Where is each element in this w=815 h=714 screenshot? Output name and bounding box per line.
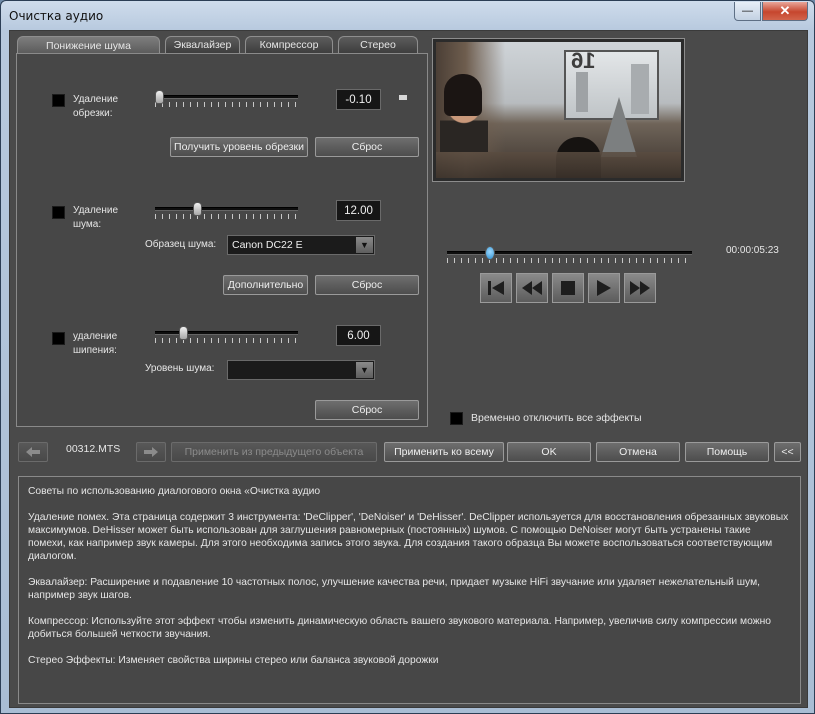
tab-label: Понижение шума (46, 39, 131, 52)
advanced-button[interactable]: Дополнительно (223, 275, 308, 295)
video-frame: 16 (436, 42, 681, 178)
slider-track (155, 207, 298, 211)
tab-noise-reduction[interactable]: Понижение шума (17, 36, 160, 54)
rewind-icon (522, 281, 542, 295)
slider-ticks (155, 338, 298, 343)
rewind-button[interactable] (516, 273, 548, 303)
dehisser-slider[interactable] (155, 326, 298, 346)
tips-noise-reduction: Удаление помех. Эта страница содержит 3 … (28, 512, 789, 562)
noise-sample-select[interactable]: Canon DC22 E ▼ (227, 235, 375, 255)
current-filename: 00312.MTS (66, 443, 121, 455)
window-frame: Очистка аудио — ✕ Понижение шума Эквалай… (0, 0, 815, 714)
close-button[interactable]: ✕ (762, 2, 808, 21)
declipper-checkbox[interactable] (52, 94, 65, 107)
fast-forward-icon (630, 281, 650, 295)
apply-to-all-button[interactable]: Применить ко всему (384, 442, 504, 462)
next-clip-button[interactable] (136, 442, 166, 462)
denoiser-label: Удаление шума: (73, 205, 119, 230)
bypass-effects-label: Временно отключить все эффекты (471, 412, 642, 424)
declipper-reset-button[interactable]: Сброс (315, 137, 419, 157)
denoiser-reset-button[interactable]: Сброс (315, 275, 419, 295)
noise-sample-label: Образец шума: (145, 239, 217, 250)
train-floor (436, 152, 681, 178)
dehisser-checkbox[interactable] (52, 332, 65, 345)
tab-stereo[interactable]: Стерео (338, 36, 418, 53)
tips-heading: Советы по использованию диалогового окна… (28, 486, 321, 497)
dehisser-value[interactable]: 6.00 (336, 325, 381, 346)
tips-panel: Советы по использованию диалогового окна… (18, 476, 801, 704)
video-preview: 16 (432, 38, 685, 182)
denoiser-value[interactable]: 12.00 (336, 200, 381, 221)
tab-equalizer[interactable]: Эквалайзер (165, 36, 240, 53)
previous-clip-button[interactable] (18, 442, 48, 462)
slider-ticks (155, 214, 298, 219)
declipper-slider[interactable] (155, 90, 298, 110)
stop-icon (561, 281, 575, 295)
minimize-icon: — (742, 5, 753, 17)
slider-track (155, 331, 298, 335)
window-title: Очистка аудио (9, 9, 104, 23)
collapse-tips-button[interactable]: << (774, 442, 801, 462)
dialog-body: Понижение шума Эквалайзер Компрессор Сте… (9, 30, 808, 708)
arrow-left-icon (26, 447, 40, 457)
building-left (576, 72, 588, 112)
noise-reduction-panel: Удаление обрезки: -0.10 Получить уровень… (16, 53, 428, 427)
minimize-button[interactable]: — (734, 2, 761, 21)
rail-track (601, 97, 637, 157)
go-to-start-icon (488, 281, 504, 295)
chevron-down-icon[interactable]: ▼ (356, 237, 373, 253)
playback-scrubber[interactable] (447, 246, 692, 266)
slider-thumb[interactable] (192, 202, 202, 216)
tips-stereo: Стерео Эффекты: Изменяет свойства ширины… (28, 655, 439, 666)
declipper-value[interactable]: -0.10 (336, 89, 381, 110)
tab-label: Компрессор (259, 39, 319, 51)
noise-sample-value: Canon DC22 E (232, 239, 303, 251)
cancel-button[interactable]: Отмена (596, 442, 680, 462)
tips-compressor: Компрессор: Используйте этот эффект чтоб… (28, 616, 772, 640)
noise-level-select[interactable]: ▼ (227, 360, 375, 380)
scrubber-track (447, 251, 692, 255)
tab-label: Стерео (360, 39, 396, 51)
ok-button[interactable]: OK (507, 442, 591, 462)
noise-level-label: Уровень шума: (145, 363, 215, 374)
dehisser-label: удаление шипения: (73, 331, 118, 356)
timecode: 00:00:05:23 (726, 245, 779, 256)
declipper-label: Удаление обрезки: (73, 94, 119, 119)
dehisser-reset-button[interactable]: Сброс (315, 400, 419, 420)
play-button[interactable] (588, 273, 620, 303)
train-number: 16 (571, 48, 596, 73)
go-to-start-button[interactable] (480, 273, 512, 303)
tab-compressor[interactable]: Компрессор (245, 36, 333, 53)
play-icon (597, 280, 611, 296)
stop-button[interactable] (552, 273, 584, 303)
denoiser-checkbox[interactable] (52, 206, 65, 219)
tips-equalizer: Эквалайзер: Расширение и подавление 10 ч… (28, 577, 761, 601)
get-clip-level-button[interactable]: Получить уровень обрезки (170, 137, 308, 157)
slider-thumb[interactable] (155, 90, 164, 104)
slider-track (155, 95, 298, 99)
clip-indicator (399, 95, 407, 100)
apply-from-previous-button[interactable]: Применить из предыдущего объекта (171, 442, 377, 462)
hair (444, 74, 482, 116)
denoiser-slider[interactable] (155, 202, 298, 222)
bypass-effects-checkbox[interactable] (450, 412, 463, 425)
slider-thumb[interactable] (179, 326, 189, 340)
arrow-right-icon (144, 447, 158, 457)
help-button[interactable]: Помощь (685, 442, 769, 462)
chevron-down-icon[interactable]: ▼ (356, 362, 373, 378)
scrubber-thumb[interactable] (484, 246, 495, 260)
fast-forward-button[interactable] (624, 273, 656, 303)
slider-ticks (155, 102, 298, 107)
scrubber-ticks (447, 258, 692, 263)
tab-label: Эквалайзер (173, 39, 232, 51)
close-icon: ✕ (779, 3, 791, 18)
